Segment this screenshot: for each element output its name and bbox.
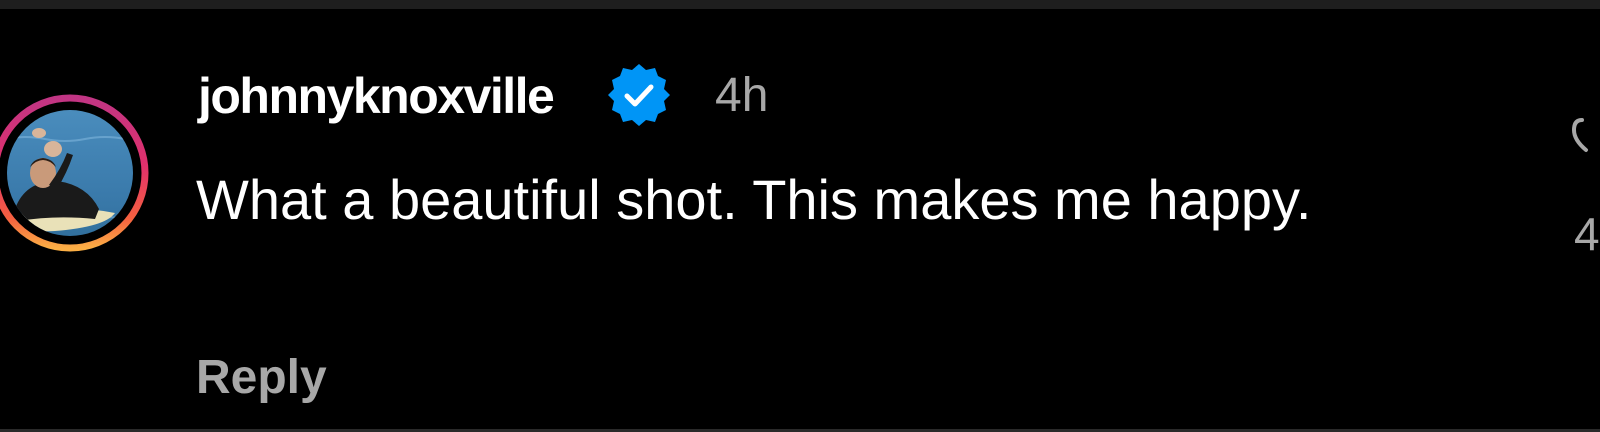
verified-badge-icon bbox=[608, 64, 670, 126]
comment-username[interactable]: johnnyknoxville bbox=[198, 66, 555, 126]
comment-timestamp: 4h bbox=[715, 69, 769, 122]
avatar[interactable] bbox=[0, 69, 149, 286]
reply-button[interactable]: Reply bbox=[196, 348, 327, 408]
comment-screenshot: johnnyknoxville 4h What a beautiful shot… bbox=[0, 0, 1600, 432]
top-divider bbox=[0, 0, 1600, 9]
like-count: 4 bbox=[1574, 208, 1600, 260]
heart-icon[interactable] bbox=[1572, 112, 1600, 156]
comment-text: What a beautiful shot. This makes me hap… bbox=[196, 168, 1312, 231]
